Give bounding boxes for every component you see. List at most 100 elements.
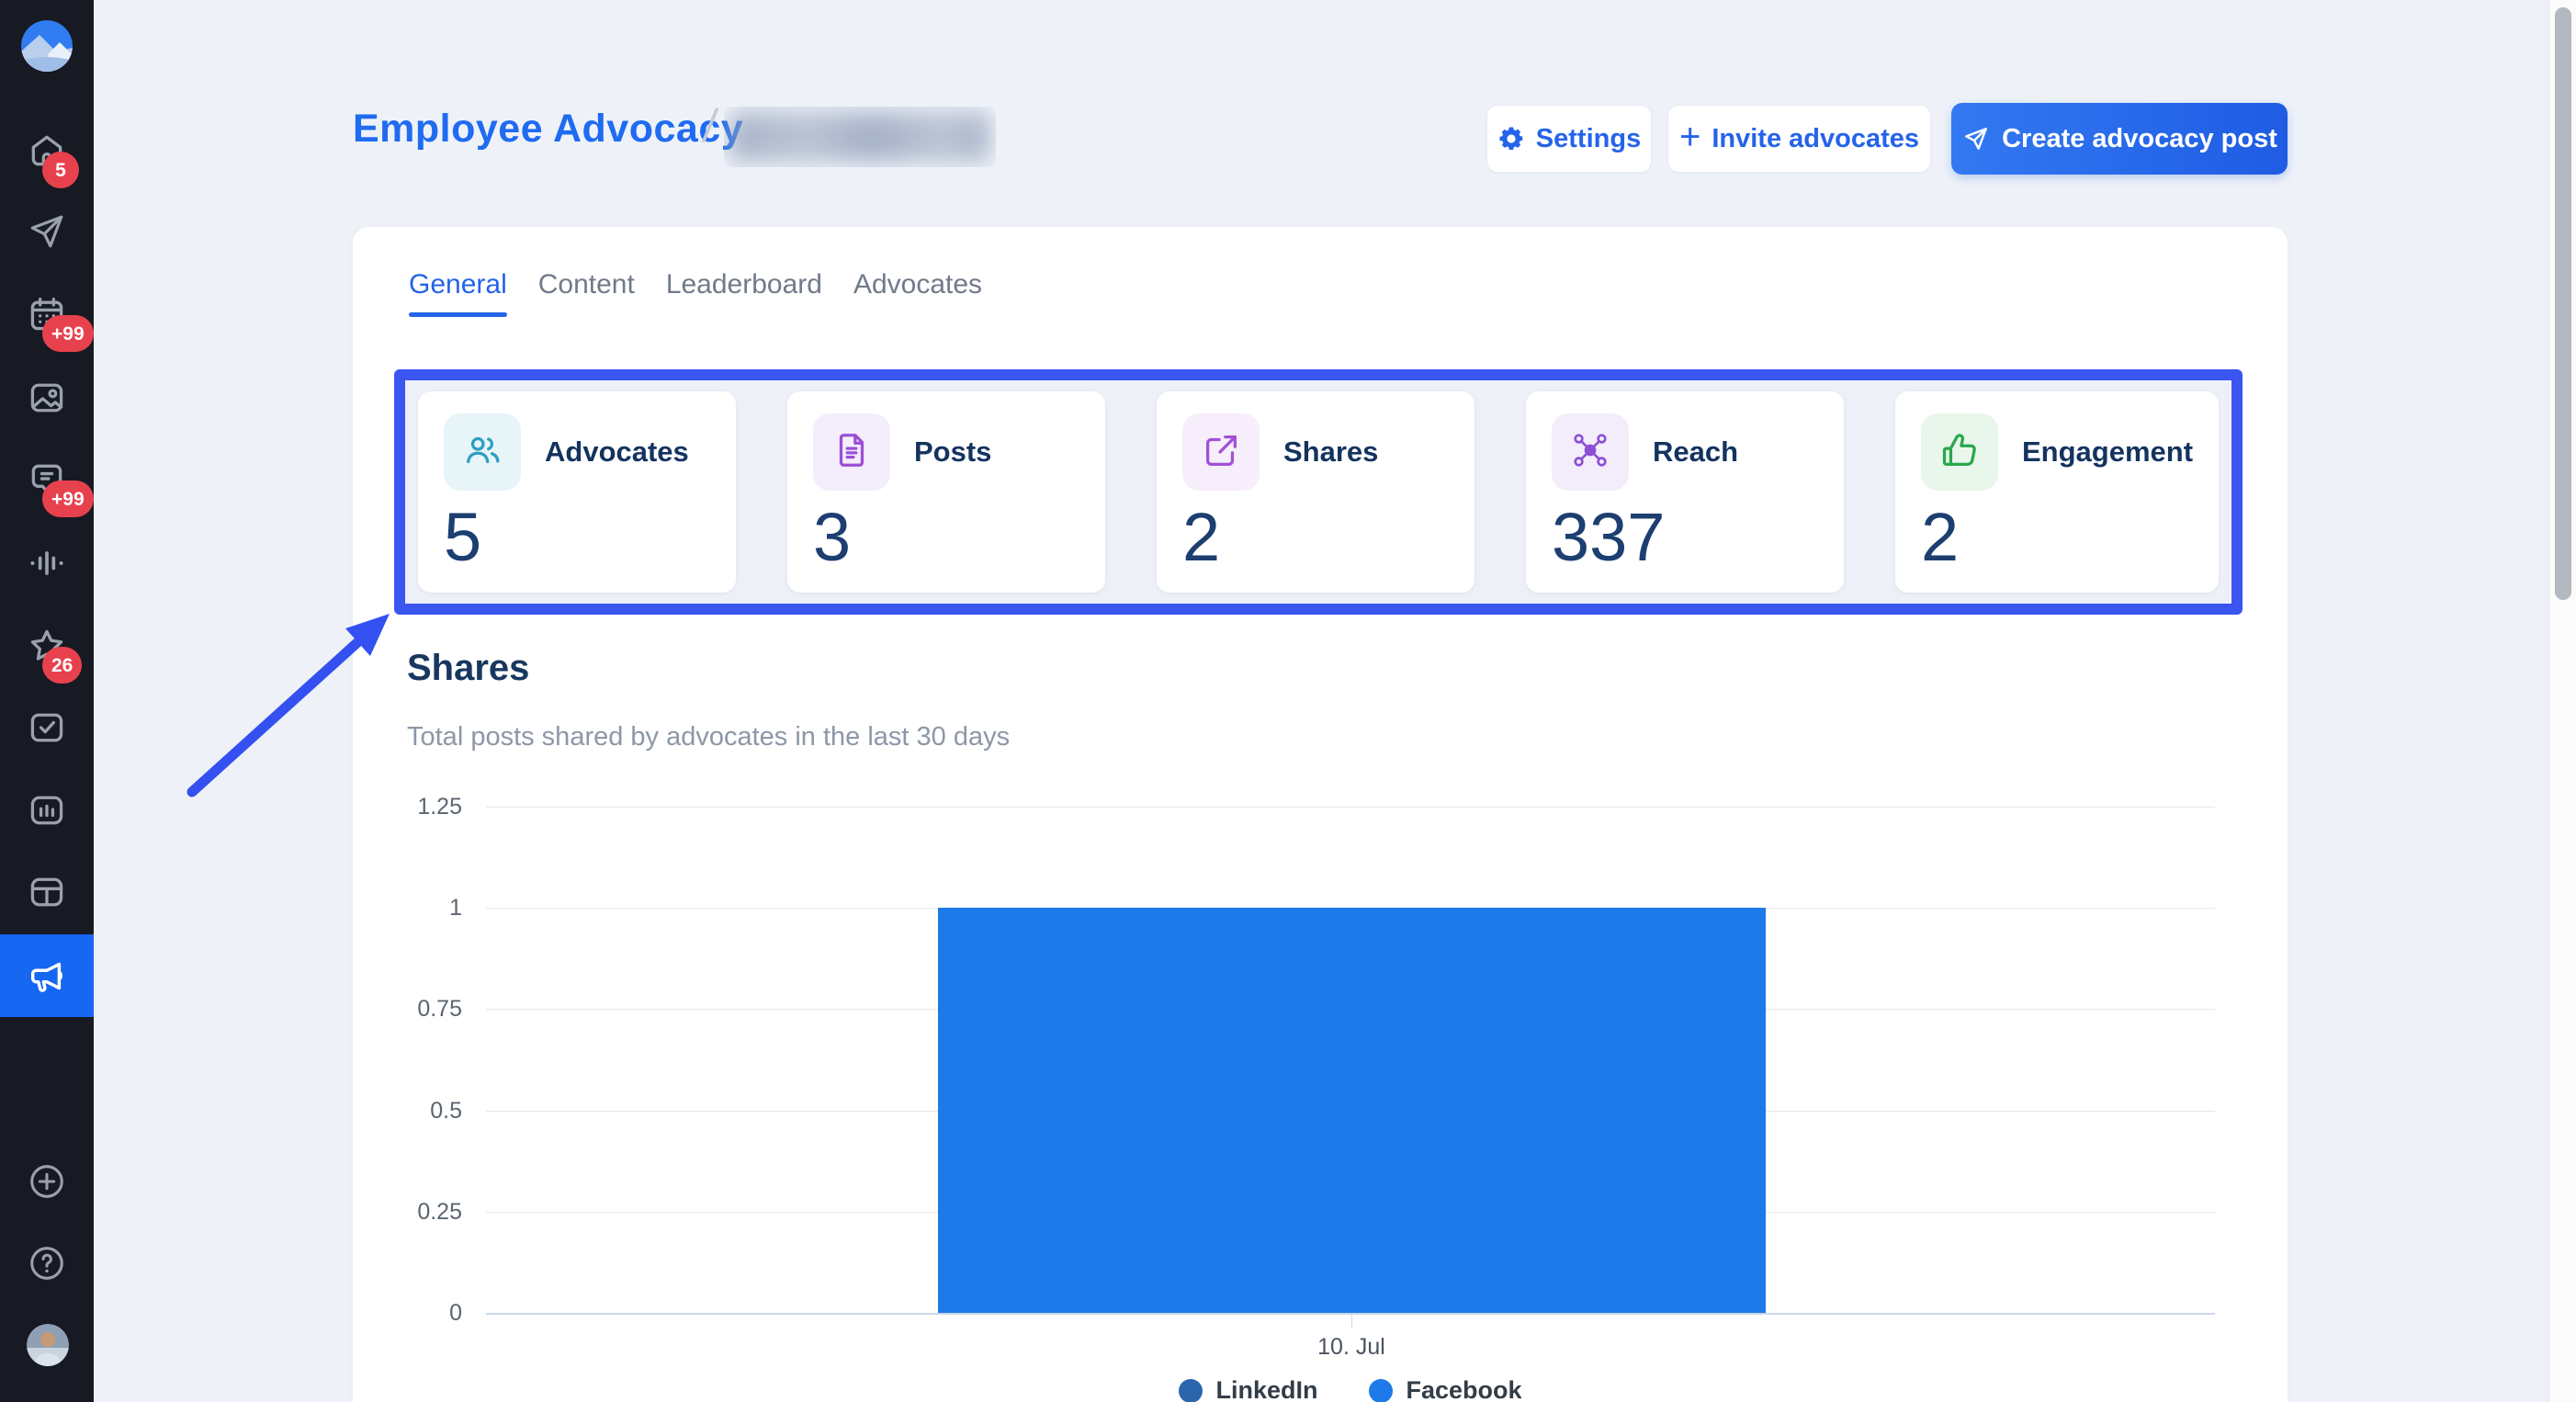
create-label: Create advocacy post xyxy=(2002,124,2277,154)
sidebar-item-home[interactable]: 5 xyxy=(0,109,94,192)
gridline xyxy=(486,807,2215,808)
stat-card-engagement: Engagement 2 xyxy=(1895,391,2219,593)
stats-highlight-rectangle: Advocates 5 Posts 3 xyxy=(394,369,2243,615)
y-tick: 1.25 xyxy=(405,793,462,820)
facebook-legend-label: Facebook xyxy=(1406,1376,1521,1402)
sidebar-item-add[interactable] xyxy=(0,1140,94,1223)
user-avatar[interactable] xyxy=(27,1324,69,1366)
y-tick: 0.25 xyxy=(405,1198,462,1226)
page-title: Employee Advocacy xyxy=(353,107,743,152)
stat-value: 2 xyxy=(1921,503,2193,571)
engagement-icon-tile xyxy=(1921,413,1998,491)
stat-label: Posts xyxy=(914,435,991,469)
y-tick: 0.75 xyxy=(405,995,462,1023)
stat-label: Advocates xyxy=(545,435,689,469)
document-icon xyxy=(830,429,873,476)
bar-chart-icon xyxy=(27,790,67,831)
facebook-shares-bar[interactable] xyxy=(938,908,1766,1313)
reach-icon-tile xyxy=(1552,413,1629,491)
sidebar-item-tasks[interactable] xyxy=(0,686,94,769)
y-tick: 1 xyxy=(405,894,462,921)
sidebar-item-media[interactable] xyxy=(0,356,94,439)
gear-icon xyxy=(1497,125,1525,153)
legend-item-linkedin[interactable]: LinkedIn xyxy=(1179,1376,1317,1402)
tab-leaderboard[interactable]: Leaderboard xyxy=(664,269,824,317)
reviews-badge: 26 xyxy=(42,647,82,684)
waveform-icon xyxy=(27,543,67,583)
stat-card-shares: Shares 2 xyxy=(1157,391,1474,593)
megaphone-icon xyxy=(26,955,68,997)
sidebar-item-boards[interactable] xyxy=(0,851,94,933)
tab-general[interactable]: General xyxy=(407,269,509,317)
facebook-legend-dot xyxy=(1369,1379,1393,1402)
stat-value: 337 xyxy=(1552,503,1818,571)
people-icon xyxy=(461,429,503,476)
image-icon xyxy=(27,378,67,418)
chart-legend: LinkedIn Facebook xyxy=(486,1376,2215,1402)
sidebar-item-reviews[interactable]: 26 xyxy=(0,605,94,687)
shares-section-title: Shares xyxy=(407,648,529,689)
x-tick-label: 10. Jul xyxy=(1260,1334,1443,1361)
sidebar-item-advocacy-active[interactable] xyxy=(0,934,94,1017)
page-scrollbar[interactable] xyxy=(2548,0,2576,1402)
question-circle-icon xyxy=(26,1242,68,1284)
tab-content-label: Content xyxy=(538,269,635,300)
send-icon xyxy=(28,212,66,251)
check-square-icon xyxy=(27,707,67,748)
sidebar-item-inbox[interactable]: +99 xyxy=(0,438,94,521)
sidebar-item-publish[interactable] xyxy=(0,190,94,273)
employee-advocacy-page: 5 +99 xyxy=(0,0,2576,1402)
sidebar-item-reports[interactable] xyxy=(0,769,94,852)
stat-label: Engagement xyxy=(2022,435,2193,469)
stat-value: 5 xyxy=(444,503,710,571)
stat-card-advocates: Advocates 5 xyxy=(418,391,736,593)
avatar-photo xyxy=(27,1324,69,1366)
sidebar: 5 +99 xyxy=(0,0,94,1402)
tab-advocates[interactable]: Advocates xyxy=(852,269,984,317)
vista-social-logo-icon xyxy=(21,20,73,72)
y-tick: 0 xyxy=(405,1299,462,1327)
settings-button[interactable]: Settings xyxy=(1486,105,1652,173)
shares-bar-chart: 1.25 1 0.75 0.5 0.25 0 10. Jul LinkedIn … xyxy=(405,790,2238,1402)
tab-general-label: General xyxy=(409,269,507,300)
settings-label: Settings xyxy=(1536,124,1641,154)
stat-card-reach: Reach 337 xyxy=(1526,391,1844,593)
stat-card-posts: Posts 3 xyxy=(787,391,1105,593)
thumbs-up-icon xyxy=(1938,429,1981,476)
calendar-badge: +99 xyxy=(42,315,94,352)
invite-label: Invite advocates xyxy=(1712,124,1919,154)
tab-leaderboard-label: Leaderboard xyxy=(666,269,822,300)
stat-value: 2 xyxy=(1182,503,1449,571)
advocates-icon-tile xyxy=(444,413,521,491)
stat-label: Shares xyxy=(1283,435,1378,469)
legend-item-facebook[interactable]: Facebook xyxy=(1369,1376,1521,1402)
create-advocacy-post-button[interactable]: Create advocacy post xyxy=(1951,103,2288,175)
x-tick-mark xyxy=(1351,1314,1352,1329)
shares-icon-tile xyxy=(1182,413,1260,491)
network-icon xyxy=(1569,429,1611,476)
sidebar-item-calendar[interactable]: +99 xyxy=(0,273,94,356)
active-tab-underline xyxy=(409,312,507,317)
linkedin-legend-dot xyxy=(1179,1379,1203,1402)
app-logo[interactable] xyxy=(21,20,73,72)
home-badge: 5 xyxy=(42,152,79,188)
sidebar-item-listening[interactable] xyxy=(0,522,94,605)
share-square-icon xyxy=(1200,429,1242,476)
x-axis-line xyxy=(486,1313,2215,1315)
stat-label: Reach xyxy=(1653,435,1738,469)
layout-icon xyxy=(27,872,67,912)
linkedin-legend-label: LinkedIn xyxy=(1215,1376,1317,1402)
invite-advocates-button[interactable]: + Invite advocates xyxy=(1667,105,1931,173)
tab-bar: General Content Leaderboard Advocates xyxy=(407,269,984,317)
tab-advocates-label: Advocates xyxy=(853,269,982,300)
plus-icon: + xyxy=(1679,119,1700,155)
posts-icon-tile xyxy=(813,413,890,491)
send-icon xyxy=(1961,124,1991,153)
scrollbar-thumb[interactable] xyxy=(2555,7,2571,600)
inbox-badge: +99 xyxy=(42,481,94,517)
sidebar-item-help[interactable] xyxy=(0,1222,94,1305)
stat-value: 3 xyxy=(813,503,1079,571)
tab-content[interactable]: Content xyxy=(537,269,637,317)
workspace-name-redacted xyxy=(724,107,996,167)
y-tick: 0.5 xyxy=(405,1097,462,1125)
